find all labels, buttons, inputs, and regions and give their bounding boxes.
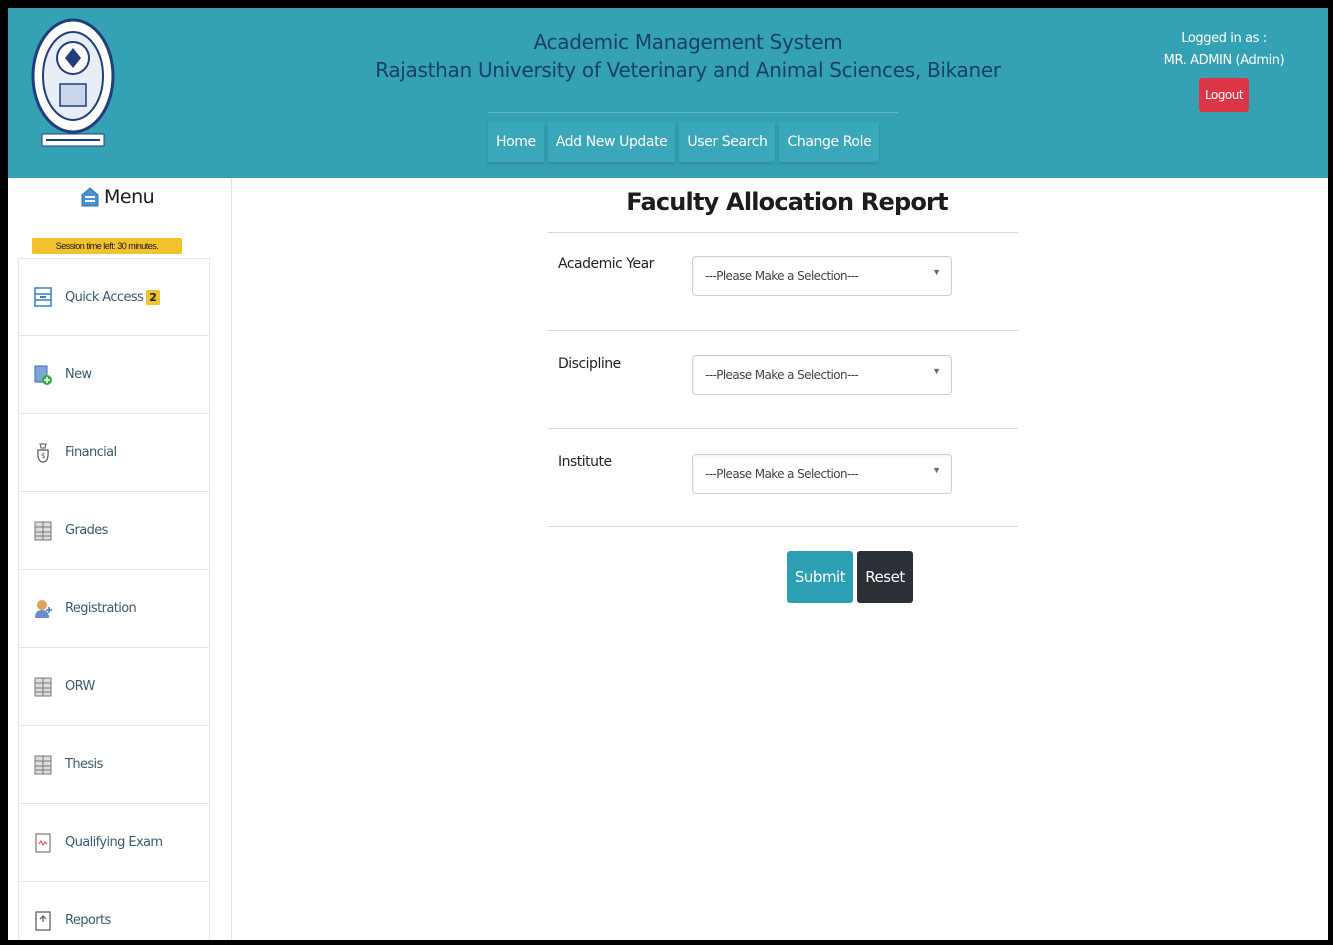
nav-user-search[interactable]: User Search [679,122,776,162]
main-content: Faculty Allocation Report Academic Year … [232,178,1328,940]
menu-header[interactable]: Menu [80,186,155,208]
form-divider [548,232,1018,233]
form-divider [548,330,1018,331]
sidebar-item-label: New [65,367,92,382]
svg-text:$: $ [41,452,45,460]
exam-document-icon [35,832,51,853]
sidebar-item-grades[interactable]: Grades [18,492,210,570]
user-info: Logged in as : MR. ADMIN (Admin) Logout [1144,28,1304,112]
grid-sheet-icon [34,755,52,774]
university-logo [31,18,115,147]
sidebar-item-label: Reports [65,913,111,928]
select-value: ---Please Make a Selection--- [705,269,859,283]
user-name: MR. ADMIN (Admin) [1163,53,1285,68]
reset-button[interactable]: Reset [857,551,913,603]
grid-sheet-icon [34,521,52,540]
institute-label: Institute [558,454,612,470]
sidebar-item-label: Quick Access [65,289,144,305]
report-document-icon [35,910,51,931]
sidebar-item-thesis[interactable]: Thesis [18,726,210,804]
app-window: Academic Management System Rajasthan Uni… [8,8,1328,940]
sidebar-item-orw[interactable]: ORW [18,648,210,726]
new-document-icon [34,365,52,385]
sidebar-item-label: Financial [65,445,117,460]
form-divider [548,428,1018,429]
sidebar-menu: Quick Access 2 New $ Financial Grades Re… [18,258,210,940]
sidebar-item-reports[interactable]: Reports [18,882,210,940]
session-timer-badge: Session time left: 30 minutes. [32,238,182,254]
sidebar-item-label: Registration [65,601,137,616]
nav-change-role[interactable]: Change Role [779,122,880,162]
archive-box-icon [34,287,52,307]
top-nav: Home Add New Update User Search Change R… [488,122,883,162]
sidebar-item-financial[interactable]: $ Financial [18,414,210,492]
discipline-select[interactable]: ---Please Make a Selection--- ▼ [692,355,952,395]
nav-home[interactable]: Home [488,122,544,162]
institute-select[interactable]: ---Please Make a Selection--- ▼ [692,454,952,494]
page-title: Faculty Allocation Report [626,188,948,216]
chevron-down-icon: ▼ [932,267,941,277]
discipline-label: Discipline [558,356,621,372]
logout-button[interactable]: Logout [1198,78,1250,112]
academic-year-select[interactable]: ---Please Make a Selection--- ▼ [692,256,952,296]
sidebar: Menu Session time left: 30 minutes. Quic… [8,178,232,940]
chevron-down-icon: ▼ [932,465,941,475]
count-badge: 2 [146,289,160,305]
nav-add-new-update[interactable]: Add New Update [547,122,676,162]
select-value: ---Please Make a Selection--- [705,368,859,382]
select-value: ---Please Make a Selection--- [705,467,859,481]
menu-label: Menu [104,186,155,208]
university-name: Rajasthan University of Veterinary and A… [375,58,1001,82]
sidebar-item-quick-access[interactable]: Quick Access 2 [18,258,210,336]
app-title: Academic Management System [533,30,843,54]
form-divider [548,526,1018,527]
sidebar-item-registration[interactable]: Registration [18,570,210,648]
sidebar-item-label: Qualifying Exam [65,835,163,850]
chevron-down-icon: ▼ [932,366,941,376]
header-bar: Academic Management System Rajasthan Uni… [8,8,1328,178]
logged-in-label: Logged in as : [1181,31,1267,46]
academic-year-label: Academic Year [558,256,654,272]
financial-bag-icon: $ [37,443,49,463]
sidebar-item-new[interactable]: New [18,336,210,414]
user-add-icon [35,599,52,618]
sidebar-item-label: ORW [65,679,95,694]
home-icon [81,187,99,207]
sidebar-item-label: Grades [65,523,108,538]
sidebar-item-qualifying-exam[interactable]: Qualifying Exam [18,804,210,882]
title-divider [488,112,898,113]
sidebar-item-label: Thesis [65,757,103,772]
submit-button[interactable]: Submit [787,551,853,603]
grid-sheet-icon [34,677,52,696]
